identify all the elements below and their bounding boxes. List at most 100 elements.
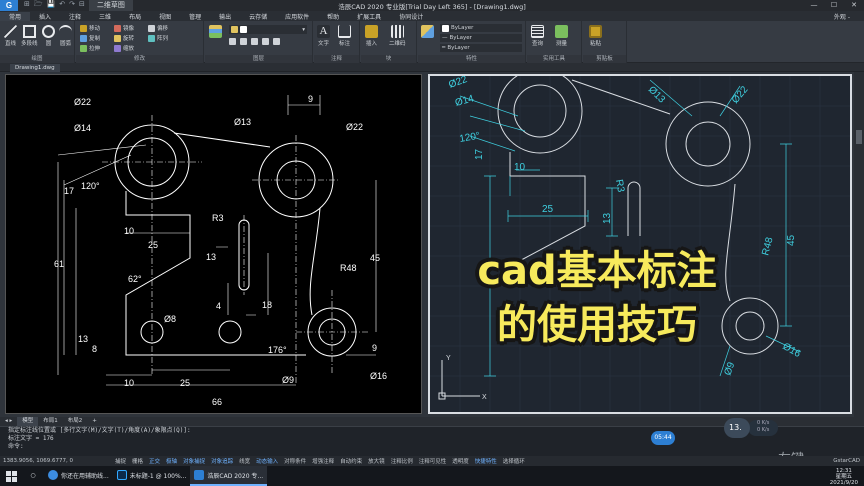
- dim-right-4: 10: [514, 162, 526, 173]
- layer-tool-icon[interactable]: [251, 38, 258, 45]
- scrollbar-thumb[interactable]: [856, 130, 862, 144]
- toggle-dyn-input[interactable]: 动态输入: [253, 457, 281, 465]
- toggle-annotation[interactable]: 增强注释: [309, 457, 337, 465]
- dim-left-25: Ø16: [370, 371, 387, 381]
- toggle-grid[interactable]: 栅格: [129, 457, 146, 465]
- dim-right-6: R3: [613, 179, 626, 194]
- polyline-tool[interactable]: 多段线: [21, 25, 38, 47]
- toggle-snap[interactable]: 捕捉: [112, 457, 129, 465]
- ribbon-group-utilities: 查询 测量 实用工具: [527, 21, 582, 63]
- toggle-quick-props[interactable]: 快捷特性: [472, 457, 500, 465]
- toggle-selection-cycle[interactable]: 选择循环: [500, 457, 528, 465]
- maximize-button[interactable]: ☐: [824, 0, 844, 11]
- layer-dropdown[interactable]: ▾: [229, 25, 307, 34]
- annotation-scale[interactable]: 注释比例: [388, 457, 416, 465]
- move-tool[interactable]: 移动: [80, 24, 100, 32]
- start-button[interactable]: [0, 466, 22, 486]
- qrcode-tool[interactable]: 二维码: [389, 25, 406, 47]
- dim-left-2: 120°: [81, 181, 100, 191]
- save-icon[interactable]: 💾: [47, 0, 56, 11]
- scale-tool[interactable]: 缩放: [114, 44, 134, 52]
- menu-layout[interactable]: 布局: [120, 12, 150, 21]
- layer-tool-icon[interactable]: [229, 38, 236, 45]
- annotation-visibility[interactable]: 注释可见性: [416, 457, 450, 465]
- toggle-ortho[interactable]: 正交: [146, 457, 163, 465]
- tab-layout1[interactable]: 布局1: [38, 417, 63, 426]
- tab-layout2[interactable]: 布局2: [63, 417, 88, 426]
- nav-arrows[interactable]: ◂ ▸: [0, 417, 17, 426]
- dim-right-9: Ø13: [646, 84, 667, 105]
- taskbar-search[interactable]: ○: [22, 466, 44, 486]
- workspace-select[interactable]: 二维草图: [88, 0, 133, 11]
- tab-model[interactable]: 模型: [17, 417, 39, 426]
- minimize-button[interactable]: —: [804, 0, 824, 11]
- menu-view[interactable]: 视图: [150, 12, 180, 21]
- query-tool[interactable]: 查询: [531, 25, 544, 47]
- menu-collab[interactable]: 协同设计: [390, 12, 432, 21]
- menu-extensions[interactable]: 扩展工具: [348, 12, 390, 21]
- open-file-icon[interactable]: 🗁: [34, 0, 43, 11]
- toggle-magnifier[interactable]: 放大镜: [365, 457, 388, 465]
- menu-insert[interactable]: 插入: [30, 12, 60, 21]
- layer-tools-row: [229, 38, 280, 45]
- toggle-osnap[interactable]: 对象捕捉: [180, 457, 208, 465]
- paste-tool[interactable]: 粘贴: [589, 25, 602, 47]
- toggle-otrack[interactable]: 对象追踪: [208, 457, 236, 465]
- arc-tool[interactable]: 圆弧: [59, 25, 72, 47]
- line-tool[interactable]: 直线: [4, 25, 17, 47]
- circle-tool[interactable]: 圆: [42, 25, 55, 47]
- tab-add[interactable]: +: [87, 417, 102, 426]
- offset-tool[interactable]: 偏移: [148, 24, 168, 32]
- layer-properties-tool[interactable]: [209, 25, 222, 39]
- color-dropdown[interactable]: ByLayer: [440, 24, 522, 32]
- taskbar-photoshop[interactable]: 未标题-1 @ 100%...: [113, 466, 191, 486]
- insert-block-tool[interactable]: 插入: [365, 25, 378, 47]
- ribbon-group-properties: ByLayer — ByLayer ═ ByLayer 特性: [418, 21, 526, 63]
- array-tool[interactable]: 阵列: [148, 34, 168, 42]
- menu-output[interactable]: 输出: [210, 12, 240, 21]
- close-button[interactable]: ✕: [844, 0, 864, 11]
- toggle-polar[interactable]: 极轴: [163, 457, 180, 465]
- menu-home[interactable]: 常用: [0, 11, 31, 21]
- menu-annotate[interactable]: 注释: [60, 12, 90, 21]
- dim-left-22: 45: [370, 253, 380, 263]
- menu-cloud[interactable]: 云存储: [240, 12, 276, 21]
- toggle-auto-constraint[interactable]: 自动约束: [337, 457, 365, 465]
- stretch-icon: [80, 44, 87, 52]
- document-tab[interactable]: Drawing1.dwg: [10, 64, 60, 72]
- stretch-tool[interactable]: 拉伸: [80, 44, 100, 52]
- redo-icon[interactable]: ↷: [69, 0, 75, 11]
- menu-help[interactable]: 帮助: [318, 12, 348, 21]
- workspace-icon[interactable]: ⊟: [79, 0, 85, 11]
- layer-tool-icon[interactable]: [240, 38, 247, 45]
- rotate-tool[interactable]: 旋转: [114, 34, 134, 42]
- text-tool[interactable]: A 文字: [317, 25, 330, 47]
- menu-manage[interactable]: 管理: [180, 12, 210, 21]
- taskbar-browser[interactable]: 你还在用辅助线...: [44, 466, 113, 486]
- mirror-tool[interactable]: 镜像: [114, 24, 134, 32]
- left-viewport[interactable]: Ø22 Ø14 120° 17 61 10 25 62° 13 8 Ø8 10 …: [5, 74, 422, 414]
- app-logo-icon[interactable]: G: [0, 0, 18, 11]
- quick-access-toolbar: ⊞ 🗁 💾 ↶ ↷ ⊟ 二维草图: [24, 0, 133, 11]
- layer-tool-icon[interactable]: [262, 38, 269, 45]
- copy-tool[interactable]: 复制: [80, 34, 100, 42]
- menu-apps[interactable]: 应用软件: [276, 12, 318, 21]
- measure-tool[interactable]: 测量: [555, 25, 568, 47]
- vertical-scrollbar[interactable]: [854, 72, 864, 417]
- lineweight-dropdown[interactable]: ═ ByLayer: [440, 44, 522, 52]
- match-properties-tool[interactable]: [421, 25, 434, 39]
- ribbon-group-annotate-label: 注释: [314, 55, 359, 63]
- taskbar-gstarcad[interactable]: 浩辰CAD 2020 专...: [190, 466, 268, 486]
- toggle-transparency[interactable]: 透明度: [449, 457, 472, 465]
- command-prompt[interactable]: 命令:: [0, 443, 864, 451]
- toggle-lineweight[interactable]: 线宽: [236, 457, 253, 465]
- undo-icon[interactable]: ↶: [59, 0, 65, 11]
- new-file-icon[interactable]: ⊞: [24, 0, 30, 11]
- appearance-menu[interactable]: 外观 -: [834, 12, 850, 21]
- menu-3d[interactable]: 三维: [90, 12, 120, 21]
- linetype-dropdown[interactable]: — ByLayer: [440, 34, 522, 42]
- dimension-tool[interactable]: 标注: [338, 25, 351, 47]
- layer-tool-icon[interactable]: [273, 38, 280, 45]
- taskbar-clock[interactable]: 12:31 星期五 2021/9/20: [830, 468, 858, 486]
- toggle-symmetry[interactable]: 对称条件: [281, 457, 309, 465]
